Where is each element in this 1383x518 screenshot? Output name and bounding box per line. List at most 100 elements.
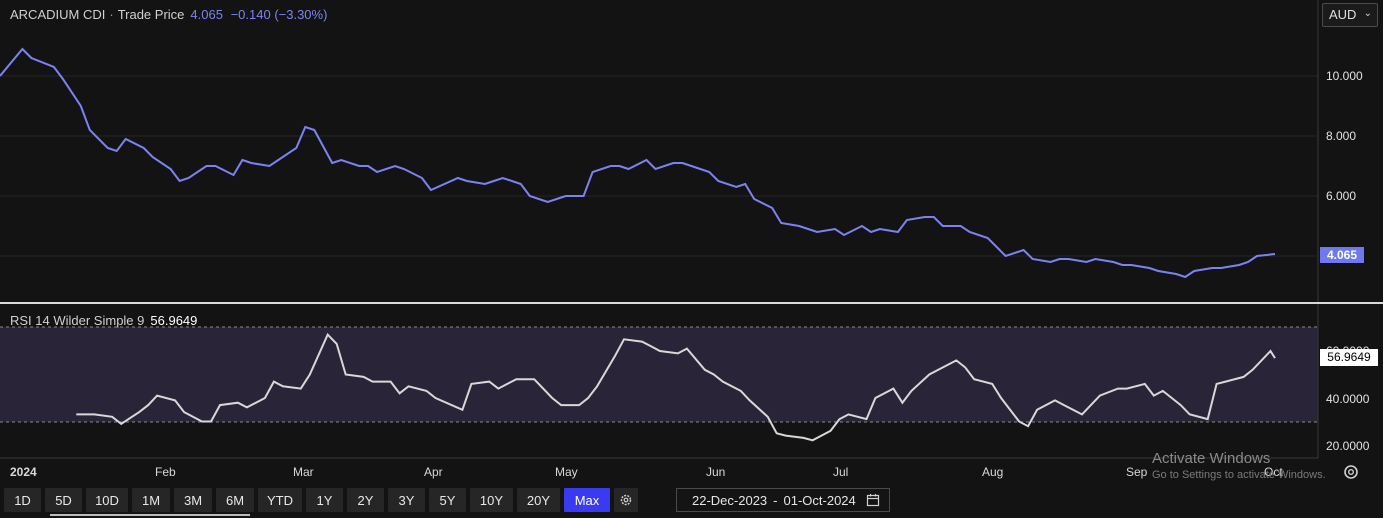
rsi-data-point	[956, 360, 957, 361]
rsi-data-point	[785, 435, 786, 436]
range-button-5y[interactable]: 5Y	[429, 488, 466, 512]
x-axis-label: Jul	[833, 465, 849, 479]
range-button-1d[interactable]: 1D	[4, 488, 41, 512]
rsi-data-point	[588, 397, 589, 398]
rsi-data-point	[713, 374, 714, 375]
x-axis-label: Apr	[424, 465, 443, 479]
rsi-data-point	[839, 419, 840, 420]
rsi-data-point	[992, 383, 993, 384]
rsi-axis-label: 40.0000	[1326, 392, 1370, 406]
scroll-indicator[interactable]	[50, 514, 250, 516]
date-separator: -	[773, 492, 778, 508]
rsi-data-point	[112, 416, 113, 417]
price-data-point	[278, 159, 279, 160]
price-data-point	[215, 165, 216, 166]
price-data-point	[1185, 276, 1186, 277]
rsi-data-point	[597, 386, 598, 387]
price-data-point	[1086, 261, 1087, 262]
price-data-point	[1068, 258, 1069, 259]
price-data-point	[942, 225, 943, 226]
x-axis-label: 2024	[10, 465, 37, 479]
range-button-2y[interactable]: 2Y	[347, 488, 384, 512]
date-range-picker[interactable]: 22-Dec-2023 - 01-Oct-2024	[676, 488, 890, 512]
rsi-label: RSI 14 Wilder Simple 9	[10, 313, 145, 328]
rsi-data-point	[749, 400, 750, 401]
rsi-data-point	[579, 405, 580, 406]
rsi-data-point	[94, 414, 95, 415]
rsi-data-point	[1207, 419, 1208, 420]
rsi-data-point	[1144, 383, 1145, 384]
price-data-point	[718, 180, 719, 181]
range-button-10y[interactable]: 10Y	[470, 488, 513, 512]
price-data-point	[269, 165, 270, 166]
price-data-point	[655, 168, 656, 169]
price-data-point	[1005, 255, 1006, 256]
price-data-point	[960, 225, 961, 226]
price-data-point	[1194, 270, 1195, 271]
rsi-tag: 56.9649	[1320, 349, 1378, 366]
price-data-point	[736, 186, 737, 187]
price-data-point	[897, 231, 898, 232]
rsi-band	[0, 327, 1318, 422]
rsi-data-point	[399, 393, 400, 394]
price-data-point	[377, 171, 378, 172]
price-data-point	[745, 183, 746, 184]
price-data-point	[817, 231, 818, 232]
last-value: 4.065	[190, 7, 223, 22]
range-button-3y[interactable]: 3Y	[388, 488, 425, 512]
rsi-data-point	[471, 383, 472, 384]
rsi-data-point	[210, 421, 211, 422]
pane-divider[interactable]	[0, 302, 1383, 304]
range-button-3m[interactable]: 3M	[174, 488, 212, 512]
rsi-data-point	[1028, 426, 1029, 427]
range-button-max[interactable]: Max	[564, 488, 610, 512]
range-button-1y[interactable]: 1Y	[306, 488, 343, 512]
rsi-data-point	[677, 353, 678, 354]
range-button-5d[interactable]: 5D	[45, 488, 82, 512]
rsi-data-point	[1243, 376, 1244, 377]
price-data-point	[843, 234, 844, 235]
rsi-data-point	[803, 437, 804, 438]
price-data-point	[969, 231, 970, 232]
currency-select[interactable]: AUD ⌄	[1322, 3, 1378, 27]
rsi-data-point	[282, 386, 283, 387]
price-data-point	[395, 165, 396, 166]
rsi-data-point	[1162, 390, 1163, 391]
rsi-data-point	[1099, 395, 1100, 396]
rsi-data-point	[1001, 397, 1002, 398]
price-data-point	[861, 225, 862, 226]
range-button-ytd[interactable]: YTD	[258, 488, 302, 512]
rsi-data-point	[659, 350, 660, 351]
rsi-data-point	[390, 381, 391, 382]
price-data-point	[834, 228, 835, 229]
price-axis-label: 6.000	[1326, 189, 1357, 203]
gear-icon	[620, 494, 632, 506]
range-settings-button[interactable]	[614, 488, 638, 512]
rsi-data-point	[1153, 395, 1154, 396]
rsi-data-point	[139, 412, 140, 413]
price-data-point	[493, 180, 494, 181]
rsi-data-point	[615, 355, 616, 356]
price-data-point	[547, 201, 548, 202]
price-data-point	[22, 48, 23, 49]
price-data-point	[1274, 253, 1275, 254]
range-button-6m[interactable]: 6M	[216, 488, 254, 512]
rsi-data-point	[201, 421, 202, 422]
range-button-10d[interactable]: 10D	[86, 488, 128, 512]
rsi-data-point	[722, 381, 723, 382]
price-data-point	[116, 150, 117, 151]
rsi-data-point	[300, 388, 301, 389]
rsi-data-point	[911, 390, 912, 391]
rsi-data-point	[516, 379, 517, 380]
price-data-point	[583, 195, 584, 196]
rsi-data-point	[121, 423, 122, 424]
price-data-point	[107, 147, 108, 148]
chart-settings-icon[interactable]	[1342, 463, 1360, 481]
range-button-1m[interactable]: 1M	[132, 488, 170, 512]
rsi-data-point	[175, 400, 176, 401]
x-axis-label: Jun	[706, 465, 726, 479]
rsi-axis-label: 20.0000	[1326, 439, 1370, 453]
price-data-point	[556, 198, 557, 199]
range-button-20y[interactable]: 20Y	[517, 488, 560, 512]
price-data-point	[628, 168, 629, 169]
